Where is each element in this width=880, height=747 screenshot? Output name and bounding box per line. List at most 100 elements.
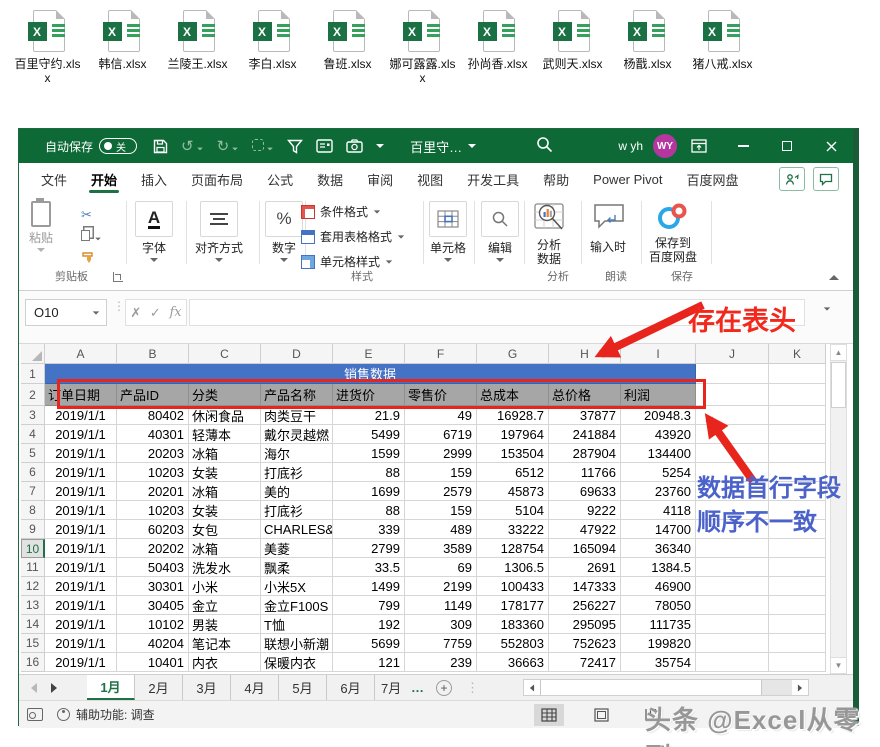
sheet-tab[interactable]: 4月 xyxy=(231,675,279,700)
style-menu-item[interactable]: 条件格式 xyxy=(301,203,405,220)
collapse-ribbon-icon[interactable] xyxy=(829,275,839,280)
col-header[interactable]: D xyxy=(261,344,333,364)
normal-view-icon[interactable] xyxy=(534,704,564,726)
grid-cell[interactable]: 5699 xyxy=(333,634,405,653)
col-header[interactable]: A xyxy=(45,344,117,364)
grid-cell[interactable] xyxy=(696,577,769,596)
maximize-button[interactable] xyxy=(765,129,809,163)
grid-cell[interactable]: 10102 xyxy=(117,615,189,634)
desktop-file[interactable]: X 孙尚香.xlsx xyxy=(464,8,531,85)
sheet-prev-icon[interactable] xyxy=(31,683,37,693)
grid-cell[interactable]: 5104 xyxy=(477,501,549,520)
grid-cell[interactable]: 美的 xyxy=(261,482,333,501)
col-header[interactable]: B xyxy=(117,344,189,364)
vscroll-thumb[interactable] xyxy=(831,362,846,408)
grid-cell[interactable]: 2019/1/1 xyxy=(45,615,117,634)
grid-cell[interactable]: 1306.5 xyxy=(477,558,549,577)
grid-cell[interactable]: 6512 xyxy=(477,463,549,482)
grid-cell[interactable]: 戴尔灵越燃 xyxy=(261,425,333,444)
grid-cell[interactable]: 海尔 xyxy=(261,444,333,463)
grid-cell[interactable]: 197964 xyxy=(477,425,549,444)
editing-group-button[interactable]: 编辑 xyxy=(481,201,519,262)
row-header[interactable]: 9 xyxy=(21,520,45,539)
grid-cell[interactable]: 2579 xyxy=(405,482,477,501)
col-header[interactable]: F xyxy=(405,344,477,364)
grid-cell[interactable]: 小米5X xyxy=(261,577,333,596)
row-header[interactable]: 15 xyxy=(21,634,45,653)
grid-cell[interactable]: 1384.5 xyxy=(621,558,696,577)
row-header[interactable]: 6 xyxy=(21,463,45,482)
grid-cell[interactable]: 241884 xyxy=(549,425,621,444)
user-name[interactable]: w yh xyxy=(618,139,643,153)
col-header[interactable]: H xyxy=(549,344,621,364)
grid-cell[interactable]: 2019/1/1 xyxy=(45,634,117,653)
grid-cell[interactable]: 50403 xyxy=(117,558,189,577)
grid-cell[interactable] xyxy=(769,520,826,539)
grid-cell[interactable] xyxy=(696,482,769,501)
grid-cell[interactable]: 799 xyxy=(333,596,405,615)
font-group-button[interactable]: A 字体 xyxy=(135,201,173,262)
save-icon[interactable] xyxy=(153,139,168,154)
grid-cell[interactable] xyxy=(769,577,826,596)
grid-cell[interactable]: 5254 xyxy=(621,463,696,482)
grid-cell[interactable]: 2019/1/1 xyxy=(45,558,117,577)
grid-cell[interactable]: 489 xyxy=(405,520,477,539)
close-button[interactable] xyxy=(809,129,853,163)
grid-cell[interactable]: 60203 xyxy=(117,520,189,539)
formula-input[interactable] xyxy=(189,299,805,326)
grid-cell[interactable]: 2691 xyxy=(549,558,621,577)
ribbon-tab[interactable]: 视图 xyxy=(405,163,455,195)
grid-cell[interactable]: 2019/1/1 xyxy=(45,482,117,501)
row-header[interactable]: 3 xyxy=(21,406,45,425)
grid-cell[interactable]: 1499 xyxy=(333,577,405,596)
ribbon-display-options-icon[interactable] xyxy=(677,129,721,163)
row-header[interactable]: 8 xyxy=(21,501,45,520)
grid-cell[interactable]: 金立F100S xyxy=(261,596,333,615)
copy-icon[interactable] xyxy=(81,230,102,244)
row-header[interactable]: 7 xyxy=(21,482,45,501)
grid-cell[interactable]: 35754 xyxy=(621,653,696,672)
grid-cell[interactable]: 128754 xyxy=(477,539,549,558)
new-sheet-button[interactable]: + xyxy=(436,675,452,700)
grid-cell[interactable]: 33.5 xyxy=(333,558,405,577)
grid-cell[interactable]: 46900 xyxy=(621,577,696,596)
grid-cell[interactable]: 5499 xyxy=(333,425,405,444)
grid-cell[interactable]: 47922 xyxy=(549,520,621,539)
hscroll-left-icon[interactable] xyxy=(524,680,540,695)
grid-cell[interactable]: 752623 xyxy=(549,634,621,653)
grid-cell[interactable]: 2019/1/1 xyxy=(45,577,117,596)
share-icon[interactable] xyxy=(779,167,805,191)
comment-icon[interactable] xyxy=(813,167,839,191)
grid-cell[interactable]: 40204 xyxy=(117,634,189,653)
ribbon-tab[interactable]: 审阅 xyxy=(355,163,405,195)
ribbon-tab[interactable]: 百度网盘 xyxy=(675,163,751,195)
ribbon-tab[interactable]: 文件 xyxy=(29,163,79,195)
grid-cell[interactable] xyxy=(696,653,769,672)
speak-on-entry-button[interactable]: 输入时 xyxy=(589,201,627,255)
grid-cell[interactable]: 552803 xyxy=(477,634,549,653)
grid-cell[interactable]: 2999 xyxy=(405,444,477,463)
col-header[interactable]: C xyxy=(189,344,261,364)
analyze-data-button[interactable]: 分析数据 xyxy=(532,201,566,266)
row-header[interactable]: 11 xyxy=(21,558,45,577)
name-box[interactable]: O10 xyxy=(25,299,107,326)
grid-cell[interactable]: 23760 xyxy=(621,482,696,501)
cells-group-button[interactable]: 单元格 xyxy=(429,201,467,262)
grid-cell[interactable] xyxy=(696,425,769,444)
cut-icon[interactable]: ✂ xyxy=(81,207,102,223)
col-header[interactable]: E xyxy=(333,344,405,364)
col-header[interactable]: G xyxy=(477,344,549,364)
grid-cell[interactable]: 冰箱 xyxy=(189,482,261,501)
grid-cell[interactable] xyxy=(769,634,826,653)
grid-cell[interactable]: 联想小新潮 xyxy=(261,634,333,653)
grid-cell[interactable] xyxy=(696,406,769,425)
grid-cell[interactable]: 女包 xyxy=(189,520,261,539)
ribbon-tab[interactable]: 帮助 xyxy=(531,163,581,195)
grid-cell[interactable]: 2019/1/1 xyxy=(45,520,117,539)
ribbon-tab[interactable]: 页面布局 xyxy=(179,163,255,195)
grid-cell[interactable]: 小米 xyxy=(189,577,261,596)
grid-cell[interactable]: 打底衫 xyxy=(261,501,333,520)
grid-cell[interactable]: 4118 xyxy=(621,501,696,520)
grid-cell[interactable]: 309 xyxy=(405,615,477,634)
grid-cell[interactable] xyxy=(696,463,769,482)
